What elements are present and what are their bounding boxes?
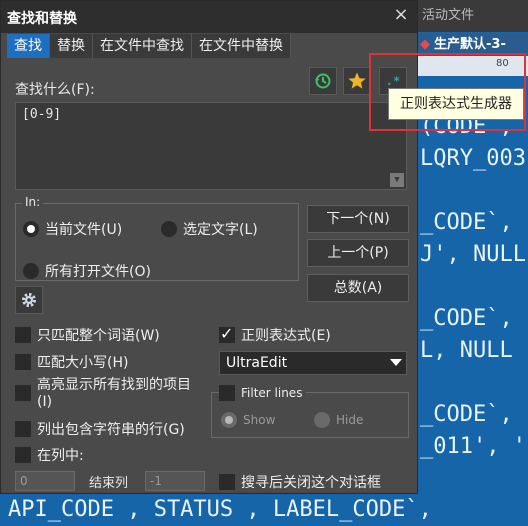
list-lines-label: 列出包含字符串的行(G) (37, 422, 185, 438)
count-button[interactable]: 总数(A) (307, 274, 409, 302)
checkbox-indicator (15, 327, 31, 343)
close-after-search-checkbox[interactable]: 搜寻后关闭这个对话框 (219, 472, 381, 492)
in-column-label: 在列中: (37, 448, 84, 464)
code-line: _CODE`, (420, 210, 513, 235)
match-case-label: 匹配大小写(H) (37, 355, 129, 371)
close-after-search-label: 搜寻后关闭这个对话框 (241, 475, 381, 491)
chevron-down-icon (390, 359, 402, 366)
radio-hide[interactable]: Hide (314, 412, 363, 428)
checkbox-indicator (15, 447, 31, 463)
tab-replace-in-files[interactable]: 在文件中替换 (192, 34, 291, 58)
code-line: L, NULL (420, 338, 513, 363)
code-line: LQRY_003 (420, 146, 526, 171)
scroll-down-icon[interactable]: ▼ (390, 173, 404, 187)
match-case-checkbox[interactable]: 匹配大小写(H) (15, 352, 128, 372)
favorites-button[interactable] (343, 67, 371, 95)
highlight-all-label: 高亮显示所有找到的项目 (37, 377, 191, 393)
history-icon (315, 73, 331, 89)
radio-indicator (161, 221, 177, 237)
radio-indicator (23, 263, 39, 279)
ruler: 80 (418, 56, 528, 76)
dialog-titlebar[interactable]: 查找和替换 × (1, 1, 417, 33)
dialog-title: 查找和替换 (7, 11, 77, 27)
tab-replace[interactable]: 替换 (50, 34, 93, 58)
radio-hide-label: Hide (336, 413, 364, 427)
regex-engine-value: UltraEdit (226, 355, 288, 371)
highlight-all-hotkey: (I) (37, 394, 53, 410)
regex-builder-tooltip: 正则表达式生成器 (388, 88, 524, 120)
checkbox-indicator (219, 324, 235, 343)
checkbox-indicator (219, 385, 235, 401)
find-what-label: 查找什么(F): (15, 82, 95, 98)
radio-all-open-files-label: 所有打开文件(O) (45, 264, 151, 280)
end-column-input[interactable]: -1 (145, 471, 205, 491)
settings-button[interactable] (15, 286, 43, 314)
find-what-input[interactable]: [0-9] ▼ (15, 102, 407, 190)
gear-icon (22, 293, 36, 307)
in-column-checkbox[interactable]: 在列中: (15, 445, 84, 465)
end-column-label: 结束列 (89, 476, 129, 491)
regex-checkbox[interactable]: 正则表达式(E) (219, 324, 331, 345)
radio-all-open-files[interactable]: 所有打开文件(O) (23, 261, 151, 281)
filter-lines-checkbox[interactable]: Filter lines (219, 385, 307, 401)
radio-indicator (23, 221, 39, 237)
match-whole-word-checkbox[interactable]: 只匹配整个词语(W) (15, 325, 160, 345)
ruler-label: 80 (496, 58, 509, 69)
radio-selected-text-label: 选定文字(L) (183, 222, 258, 238)
find-replace-dialog: 查找和替换 × 查找 替换 在文件中查找 在文件中替换 查找什么(F): .* … (0, 0, 418, 494)
star-icon (348, 72, 366, 89)
filter-lines-label: Filter lines (241, 386, 303, 400)
checkbox-indicator (15, 421, 31, 437)
code-line: J', NULL (420, 242, 526, 267)
regex-label: 正则表达式(E) (241, 328, 331, 344)
find-what-value: [0-9] (22, 107, 62, 122)
radio-current-file-label: 当前文件(U) (45, 222, 123, 238)
file-tab[interactable]: ◆ 生产默认-3- (418, 34, 528, 56)
radio-selected-text[interactable]: 选定文字(L) (161, 219, 258, 239)
find-next-button[interactable]: 下一个(N) (307, 205, 409, 233)
active-files-header: 活动文件 (418, 0, 528, 32)
modified-icon: ◆ (420, 37, 430, 52)
file-tab-label: 生产默认-3- (434, 37, 506, 52)
radio-show-label: Show (243, 413, 276, 427)
highlight-all-checkbox[interactable]: 高亮显示所有找到的项目 (I) (15, 377, 191, 411)
radio-indicator (221, 412, 237, 428)
checkbox-indicator (15, 385, 31, 401)
close-icon[interactable]: × (391, 5, 411, 25)
find-previous-button[interactable]: 上一个(P) (307, 239, 409, 267)
tab-find-in-files[interactable]: 在文件中查找 (93, 34, 192, 58)
history-button[interactable] (309, 67, 337, 95)
checkbox-indicator (15, 354, 31, 370)
radio-current-file[interactable]: 当前文件(U) (23, 219, 122, 239)
regex-engine-select[interactable]: UltraEdit (219, 351, 407, 375)
dialog-tabs: 查找 替换 在文件中查找 在文件中替换 (7, 34, 291, 58)
radio-indicator (314, 412, 330, 428)
radio-show[interactable]: Show (221, 412, 275, 428)
start-column-input[interactable]: 0 (15, 471, 75, 491)
code-line: _CODE`, (420, 402, 513, 427)
checkbox-indicator (219, 474, 235, 490)
code-line: _011', ' (420, 434, 526, 459)
tab-find[interactable]: 查找 (7, 34, 50, 58)
in-label: In: (22, 195, 44, 209)
code-line-bottom: API_CODE , STATUS , LABEL_CODE`, (0, 494, 528, 526)
regex-icon: .* (385, 74, 401, 88)
list-lines-checkbox[interactable]: 列出包含字符串的行(G) (15, 419, 185, 439)
match-whole-word-label: 只匹配整个词语(W) (37, 328, 160, 344)
code-line: _CODE`, (420, 306, 513, 331)
